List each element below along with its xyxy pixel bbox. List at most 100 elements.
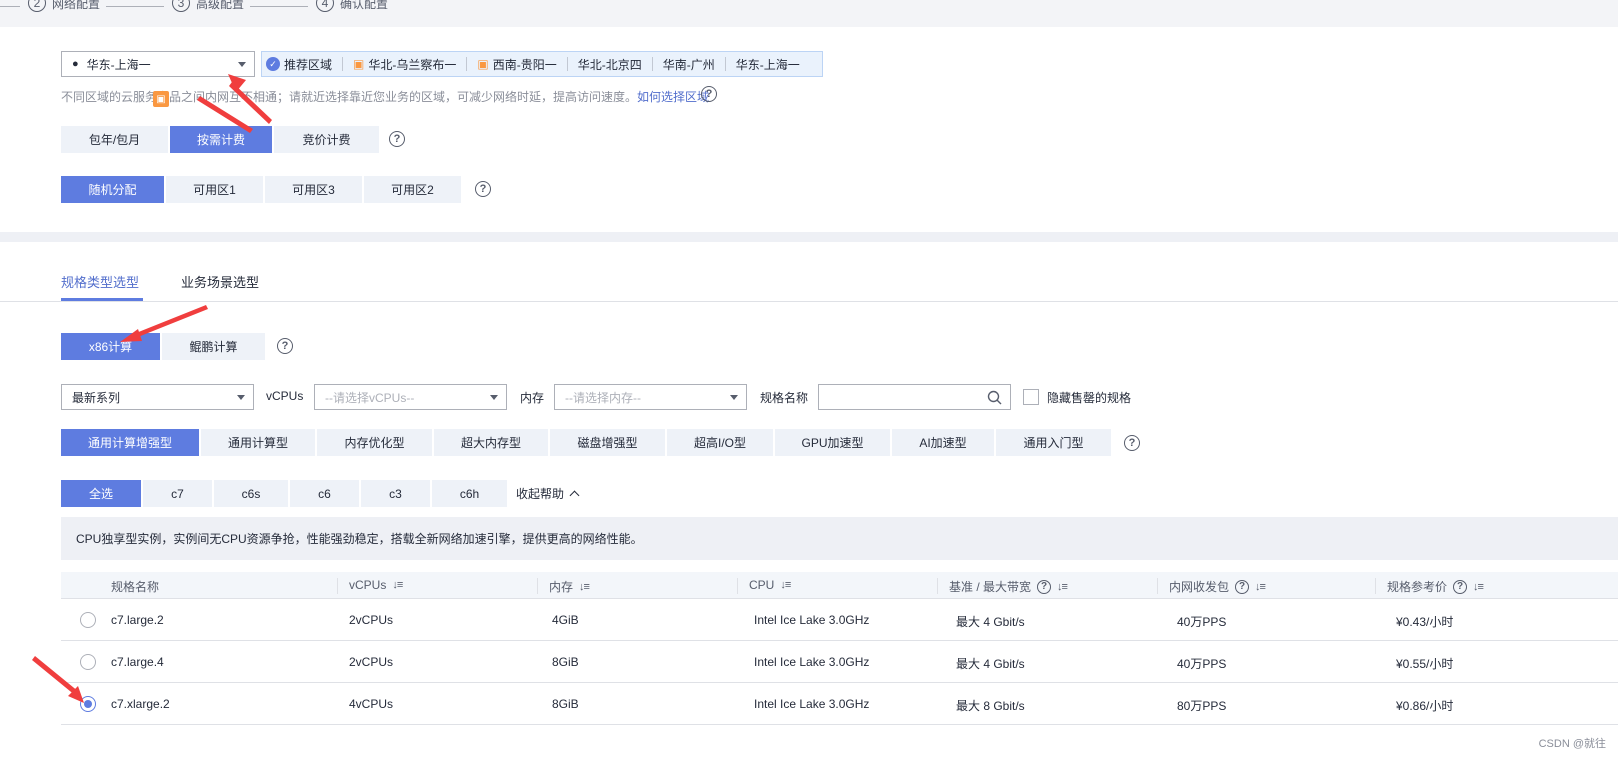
cell-spec-name: c7.xlarge.2: [111, 697, 170, 711]
az-3-button[interactable]: 可用区3: [265, 176, 362, 203]
region-tag[interactable]: 华东-上海一: [724, 57, 810, 72]
az-random-button[interactable]: 随机分配: [61, 176, 164, 203]
region-select[interactable]: ● 华东-上海一: [61, 51, 255, 77]
collapse-help-label: 收起帮助: [516, 487, 565, 501]
type-large-memory-button[interactable]: 超大内存型: [434, 429, 548, 456]
family-help-text: CPU独享型实例，实例间无CPU资源争抢，性能强劲稳定，搭载全新网络加速引擎，提…: [61, 517, 1618, 560]
col-pps[interactable]: 内网收发包? ↓≡: [1169, 578, 1266, 595]
type-high-io-button[interactable]: 超高I/O型: [667, 429, 773, 456]
family-c6s-button[interactable]: c6s: [214, 480, 288, 507]
help-icon[interactable]: ?: [1235, 579, 1250, 594]
col-cpu[interactable]: CPU ↓≡: [749, 578, 791, 592]
cell-price: ¥0.55/小时: [1396, 657, 1454, 671]
row-radio[interactable]: [80, 696, 96, 712]
spec-name-search-input[interactable]: [818, 384, 1011, 410]
table-row[interactable]: c7.large.2 2vCPUs 4GiB Intel Ice Lake 3.…: [61, 599, 1618, 641]
sort-icon[interactable]: ↓≡: [1057, 581, 1068, 593]
billing-on-demand-button[interactable]: 按需计费: [170, 126, 272, 153]
memory-select[interactable]: --请选择内存--: [554, 384, 747, 410]
region-tag-label: 华北-北京四: [577, 57, 642, 72]
family-c6-button[interactable]: c6: [290, 480, 359, 507]
region-tag[interactable]: 华北-北京四: [566, 57, 652, 72]
recommend-label: ✓ 推荐区域: [262, 57, 342, 72]
col-label: 基准 / 最大带宽: [949, 580, 1032, 594]
az-1-button[interactable]: 可用区1: [166, 176, 263, 203]
table-row-selected[interactable]: c7.xlarge.2 4vCPUs 8GiB Intel Ice Lake 3…: [61, 683, 1618, 725]
tab-business-scenario[interactable]: 业务场景选型: [181, 272, 259, 291]
cell-cpu: Intel Ice Lake 3.0GHz: [754, 613, 870, 627]
step-network[interactable]: 2 网络配置: [28, 0, 100, 14]
col-price[interactable]: 规格参考价? ↓≡: [1387, 578, 1484, 595]
vcpus-select[interactable]: --请选择vCPUs--: [314, 384, 507, 410]
row-radio[interactable]: [80, 654, 96, 670]
chevron-down-icon: [238, 62, 246, 67]
billing-yearly-monthly-button[interactable]: 包年/包月: [61, 126, 168, 153]
help-icon[interactable]: ?: [1453, 579, 1468, 594]
type-general-button[interactable]: 通用计算型: [201, 429, 315, 456]
family-c3-button[interactable]: c3: [361, 480, 430, 507]
billing-spot-button[interactable]: 竞价计费: [274, 126, 379, 153]
col-memory[interactable]: 内存 ↓≡: [549, 578, 590, 595]
region-tag[interactable]: ▣ 西南-贵阳一: [466, 57, 566, 72]
help-icon[interactable]: ?: [1037, 579, 1052, 594]
chevron-down-icon: [237, 395, 245, 400]
step-divider: [0, 6, 20, 7]
type-disk-enhanced-button[interactable]: 磁盘增强型: [550, 429, 665, 456]
cell-vcpus: 4vCPUs: [349, 697, 394, 711]
family-all-button[interactable]: 全选: [61, 480, 141, 507]
help-icon[interactable]: ?: [277, 338, 293, 354]
thumbs-up-icon: ✓: [266, 57, 280, 71]
location-pin-icon: ●: [72, 58, 79, 70]
recommended-regions: ✓ 推荐区域 ▣ 华北-乌兰察布一 ▣ 西南-贵阳一 华北-北京四 华南-广州 华东…: [261, 51, 823, 77]
sort-icon[interactable]: ↓≡: [579, 581, 590, 593]
search-icon[interactable]: [987, 390, 1002, 405]
col-label: 规格参考价: [1387, 580, 1448, 594]
arch-x86-button[interactable]: x86计算: [61, 333, 160, 360]
series-select[interactable]: 最新系列: [61, 384, 254, 410]
sort-icon[interactable]: ↓≡: [780, 579, 791, 591]
col-divider: [737, 578, 738, 594]
help-icon[interactable]: ?: [389, 131, 405, 147]
spec-panel: 规格类型选型 业务场景选型 x86计算 鲲鹏计算 ? 最新系列 vCPUs --…: [0, 242, 1618, 757]
table-row[interactable]: c7.large.4 2vCPUs 8GiB Intel Ice Lake 3.…: [61, 641, 1618, 683]
cell-cpu: Intel Ice Lake 3.0GHz: [754, 655, 870, 669]
col-vcpus[interactable]: vCPUs ↓≡: [349, 578, 403, 592]
sort-icon[interactable]: ↓≡: [1473, 581, 1484, 593]
collapse-help-toggle[interactable]: 收起帮助: [516, 485, 580, 502]
cell-spec-name: c7.large.4: [111, 655, 164, 669]
family-c7-button[interactable]: c7: [143, 480, 212, 507]
az-2-button[interactable]: 可用区2: [364, 176, 461, 203]
type-gpu-button[interactable]: GPU加速型: [775, 429, 890, 456]
row-radio[interactable]: [80, 612, 96, 628]
sort-icon[interactable]: ↓≡: [392, 579, 403, 591]
cell-memory: 8GiB: [552, 697, 579, 711]
step-advanced[interactable]: 3 高级配置: [172, 0, 244, 14]
cell-cpu: Intel Ice Lake 3.0GHz: [754, 697, 870, 711]
col-label: vCPUs: [349, 578, 387, 592]
help-icon[interactable]: ?: [475, 181, 491, 197]
region-tag-label: 华东-上海一: [735, 57, 800, 72]
how-to-choose-region-link[interactable]: 如何选择区域: [637, 90, 709, 104]
step-divider: [250, 6, 308, 7]
col-bandwidth[interactable]: 基准 / 最大带宽? ↓≡: [949, 578, 1068, 595]
architecture-group: x86计算 鲲鹏计算: [61, 333, 265, 360]
tab-spec-type[interactable]: 规格类型选型: [61, 272, 139, 291]
region-tag[interactable]: ▣ 华北-乌兰察布一: [342, 57, 466, 72]
region-tag[interactable]: 华南-广州: [651, 57, 725, 72]
type-memory-optimized-button[interactable]: 内存优化型: [317, 429, 432, 456]
help-icon[interactable]: ?: [1124, 435, 1140, 451]
recommend-label-text: 推荐区域: [284, 57, 333, 72]
sort-icon[interactable]: ↓≡: [1255, 581, 1266, 593]
arch-kunpeng-button[interactable]: 鲲鹏计算: [162, 333, 265, 360]
type-entry-button[interactable]: 通用入门型: [996, 429, 1111, 456]
cell-pps: 40万PPS: [1177, 657, 1227, 671]
step-confirm[interactable]: 4 确认配置: [316, 0, 388, 14]
instance-type-group: 通用计算增强型 通用计算型 内存优化型 超大内存型 磁盘增强型 超高I/O型 G…: [61, 429, 1111, 456]
type-general-enhanced-button[interactable]: 通用计算增强型: [61, 429, 199, 456]
step-number: 2: [28, 0, 46, 12]
help-icon[interactable]: ?: [701, 86, 717, 102]
type-ai-button[interactable]: AI加速型: [892, 429, 994, 456]
hide-soldout-checkbox[interactable]: [1023, 389, 1039, 405]
cell-price: ¥0.86/小时: [1396, 699, 1454, 713]
family-c6h-button[interactable]: c6h: [432, 480, 507, 507]
